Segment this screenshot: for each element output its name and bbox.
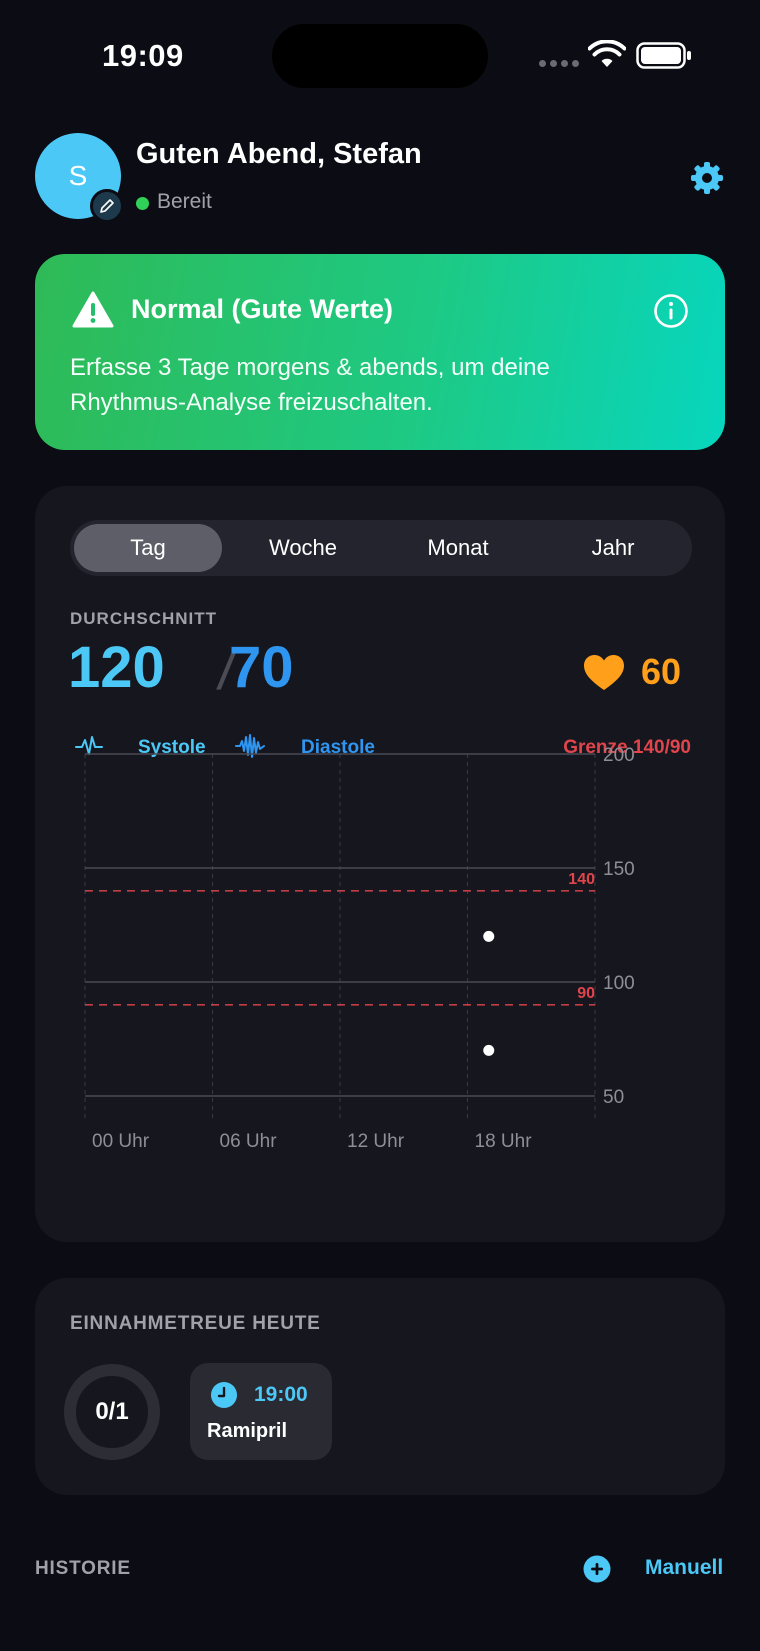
adherence-card: EINNAHMETREUE HEUTE 0/1 19:00 Ramipril bbox=[35, 1278, 725, 1495]
blood-pressure-chart: 200 150 100 50 140 90 00 Uhr 06 Uhr 12 Uhr 18 Uhr bbox=[84, 745, 635, 1152]
chart-limit-label: 90 bbox=[577, 985, 595, 1002]
blood-pressure-card: Tag Woche Monat Jahr DURCHSCHNITT 120 / … bbox=[35, 486, 725, 1242]
chart-y-tick-label: 100 bbox=[603, 973, 635, 994]
medication-name: Ramipril bbox=[207, 1420, 288, 1442]
chart-point-systole bbox=[483, 930, 495, 942]
adherence-title: EINNAHMETREUE HEUTE bbox=[70, 1313, 321, 1334]
alert-title: Normal (Gute Werte) bbox=[131, 294, 394, 324]
chart-x-tick-label: 18 Uhr bbox=[475, 1131, 533, 1152]
chart-x-tick-label: 12 Uhr bbox=[347, 1131, 405, 1152]
add-circle-icon[interactable] bbox=[583, 1555, 611, 1583]
info-icon[interactable] bbox=[653, 293, 689, 329]
alert-message: Erfasse 3 Tage morgens & abends, um dein… bbox=[70, 354, 550, 416]
chart-x-tick-label: 00 Uhr bbox=[92, 1131, 150, 1152]
chart-y-tick-label: 50 bbox=[603, 1087, 624, 1108]
gear-icon[interactable] bbox=[690, 161, 724, 195]
warning-icon bbox=[72, 291, 114, 328]
status-label: Bereit bbox=[157, 190, 212, 213]
chart-y-tick-label: 150 bbox=[603, 859, 635, 880]
status-bar: 19:09 bbox=[0, 0, 760, 110]
chart-y-tick-label: 200 bbox=[603, 745, 635, 766]
avatar-initial: S bbox=[68, 160, 88, 191]
medication-time: 19:00 bbox=[254, 1383, 308, 1406]
status-time: 19:09 bbox=[102, 38, 184, 73]
status-indicator-dot bbox=[136, 197, 149, 210]
chart-point-diastole bbox=[483, 1044, 495, 1056]
chart-limit-label: 140 bbox=[568, 871, 595, 888]
clock-icon bbox=[211, 1382, 237, 1408]
manual-entry-button[interactable]: Manuell bbox=[645, 1556, 723, 1580]
wifi-icon bbox=[588, 40, 626, 67]
cellular-signal-icon bbox=[539, 60, 579, 68]
edit-profile-button[interactable] bbox=[90, 189, 124, 223]
greeting-title: Guten Abend, Stefan bbox=[136, 138, 422, 170]
medication-chip[interactable]: 19:00 Ramipril bbox=[190, 1363, 332, 1460]
battery-icon bbox=[636, 42, 691, 69]
pencil-icon bbox=[100, 199, 114, 213]
history-title: HISTORIE bbox=[35, 1558, 131, 1579]
status-alert-card[interactable]: Normal (Gute Werte) Erfasse 3 Tage morge… bbox=[35, 254, 725, 450]
dynamic-island bbox=[272, 24, 488, 88]
chart-x-tick-label: 06 Uhr bbox=[220, 1131, 278, 1152]
adherence-progress-label: 0/1 bbox=[95, 1398, 129, 1425]
